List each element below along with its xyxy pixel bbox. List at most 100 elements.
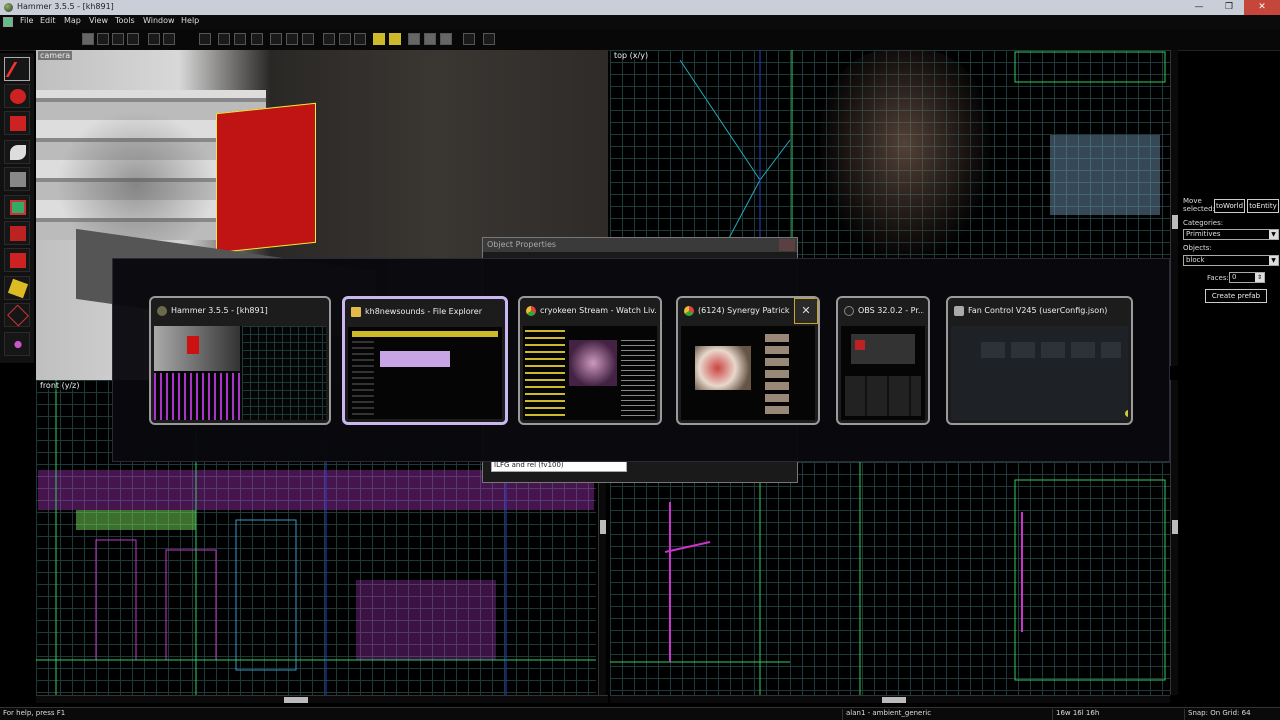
selection-tool[interactable] [4,57,31,81]
faces-label: Faces: [1207,274,1229,282]
ungroup-icon[interactable] [218,33,230,45]
brush-outline [165,549,217,661]
switcher-card-synergy[interactable]: (6124) Synergy Patrick... ✕ [676,296,820,425]
switcher-card-file-explorer[interactable]: kh8newsounds - File Explorer [342,296,508,425]
top-viewport[interactable]: top (x/y) [610,50,1170,260]
hammer-app-icon [4,3,13,12]
decal-icon [10,253,26,268]
ignore-groups-icon[interactable] [440,33,452,45]
clip-tool[interactable] [4,276,30,300]
tool-misc-icon[interactable] [483,33,495,45]
chrome-icon [684,306,694,316]
entity-tool[interactable] [4,140,30,164]
switcher-card-hammer[interactable]: Hammer 3.5.5 - [kh891] [149,296,331,425]
apply-texture-icon [10,226,26,241]
objects-value: block [1186,256,1205,264]
decal-tool[interactable] [4,248,30,272]
copy-icon[interactable] [339,33,351,45]
auto-select-icon[interactable] [408,33,420,45]
maximize-button[interactable]: ❐ [1218,0,1240,15]
menu-map[interactable]: Map [64,16,81,25]
front-horizontal-scrollbar[interactable] [36,695,608,703]
window-thumbnail [841,326,925,420]
fan-icon [954,306,964,316]
switcher-card-fan-control[interactable]: Fan Control V245 (userConfig.json) [946,296,1133,425]
card-title: (6124) Synergy Patrick... [698,306,790,315]
move-selected-label: Move selected: [1183,197,1215,213]
menu-window[interactable]: Window [143,16,175,25]
flip-horizontal-icon[interactable] [148,33,160,45]
menu-bar: File Edit Map View Tools Window Help [0,15,1280,29]
scrollbar-thumb[interactable] [1172,520,1178,534]
top-geometry [679,50,1166,260]
vertex-tool[interactable] [4,303,30,327]
block-icon [10,172,26,187]
grid-smaller-icon[interactable] [97,33,109,45]
apply-texture-tool[interactable] [4,221,30,245]
grid-larger-icon[interactable] [112,33,124,45]
texture-lock-icon[interactable] [373,33,385,45]
hammer-icon [157,306,167,316]
faces-stepper[interactable]: 0 ⇕ [1229,272,1265,283]
scrollbar-thumb[interactable] [882,697,906,703]
path-icon [10,337,26,352]
magnify-icon [10,89,26,104]
dialog-close-button[interactable] [779,239,795,251]
chevron-down-icon: ▼ [1269,256,1278,265]
scrollbar-thumb[interactable] [1172,215,1178,229]
to-entity-icon[interactable] [251,33,263,45]
chevron-down-icon: ▼ [1269,230,1278,239]
scrollbar-thumb[interactable] [600,520,606,534]
categories-select[interactable]: Primitives ▼ [1183,229,1279,240]
front-vertical-scrollbar[interactable] [598,470,606,695]
camera-icon [10,116,26,131]
path-tool[interactable] [4,332,30,356]
paste-icon[interactable] [354,33,366,45]
menu-tools[interactable]: Tools [115,16,135,25]
tool-palette [0,53,34,363]
block-tool[interactable] [4,167,30,191]
switcher-card-obs[interactable]: OBS 32.0.2 - Pr... [836,296,930,425]
group-icon[interactable] [199,33,211,45]
side-horizontal-scrollbar[interactable] [610,695,1170,703]
menu-help[interactable]: Help [181,16,199,25]
categories-value: Primitives [1186,230,1221,238]
to-world-icon[interactable] [234,33,246,45]
carve-icon[interactable] [323,33,335,45]
to-world-button[interactable]: toWorld [1214,199,1245,213]
camera-tool[interactable] [4,111,30,135]
selected-brush[interactable] [216,102,316,254]
camera-viewport-label: camera [38,51,73,60]
grid-3d-icon[interactable] [127,33,139,45]
run-map-icon[interactable] [463,33,475,45]
menu-edit[interactable]: Edit [40,16,56,25]
to-entity-button[interactable]: toEntity [1247,199,1279,213]
title-bar: Hammer 3.5.5 - [kh891] — ❐ ✕ [0,0,1280,15]
scrollbar-thumb[interactable] [284,697,308,703]
magnify-tool[interactable] [4,84,30,108]
flip-vertical-icon[interactable] [163,33,175,45]
close-card-button[interactable]: ✕ [794,298,818,324]
select-by-handles-icon[interactable] [424,33,436,45]
menu-file[interactable]: File [20,16,33,25]
close-window-button[interactable]: ✕ [1244,0,1280,15]
side-vertical-scrollbar[interactable] [1170,380,1178,695]
status-snap: Snap: On Grid: 64 [1184,709,1280,720]
texture-tool[interactable] [4,195,30,219]
top-vertical-scrollbar[interactable] [1170,50,1178,366]
hide-icon[interactable] [270,33,282,45]
side-viewport[interactable] [610,462,1170,695]
cut-icon[interactable] [302,33,314,45]
unhide-icon[interactable] [286,33,298,45]
menu-view[interactable]: View [89,16,108,25]
window-thumbnail [681,326,815,420]
objects-select[interactable]: block ▼ [1183,255,1279,266]
card-title: Fan Control V245 (userConfig.json) [968,306,1108,315]
minimize-button[interactable]: — [1188,0,1210,15]
brush-outline [95,539,137,661]
stepper-arrows-icon: ⇕ [1255,273,1264,282]
grid-toggle-icon[interactable] [82,33,94,45]
entity-lock-icon[interactable] [389,33,401,45]
switcher-card-stream[interactable]: cryokeen Stream - Watch Liv... [518,296,662,425]
create-prefab-button[interactable]: Create prefab [1205,289,1267,303]
